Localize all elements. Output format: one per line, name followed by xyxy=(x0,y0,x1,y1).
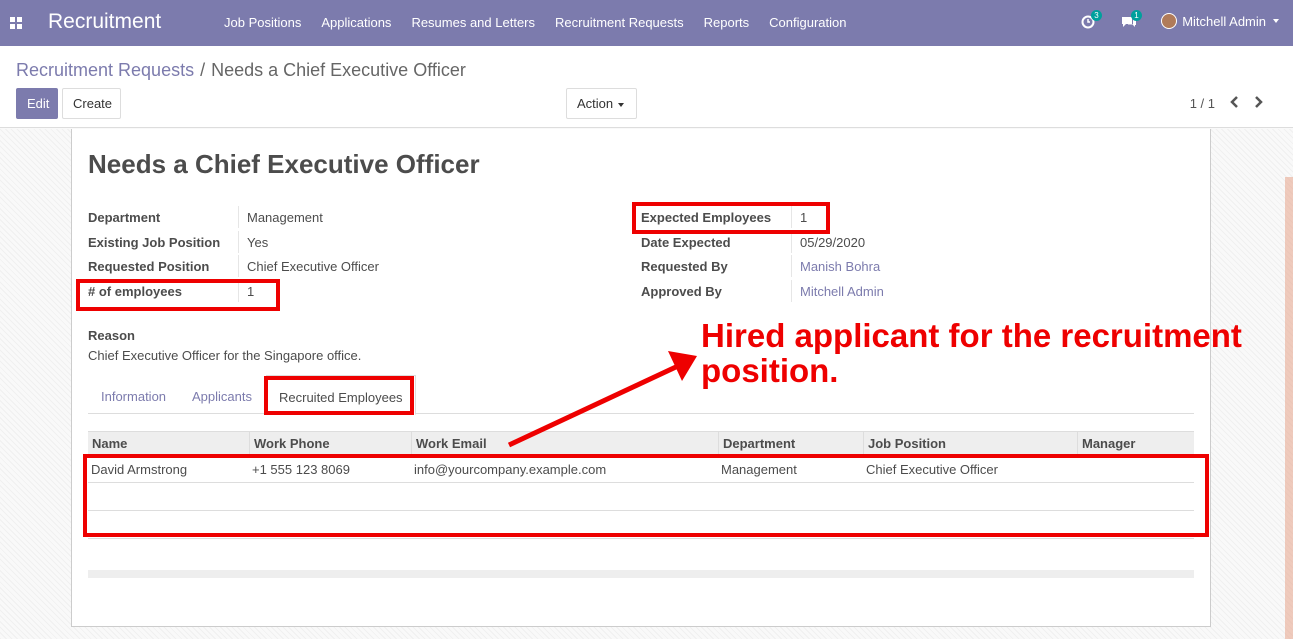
annotation-line-1: Hired applicant for the recruitment xyxy=(701,317,1242,354)
reason-label: Reason xyxy=(88,328,135,343)
menu-job-positions[interactable]: Job Positions xyxy=(224,15,301,30)
table-footer xyxy=(88,570,1194,578)
apps-menu-icon[interactable] xyxy=(10,17,22,29)
menu-resumes-and-letters[interactable]: Resumes and Letters xyxy=(411,15,535,30)
requested-by-link[interactable]: Manish Bohra xyxy=(791,255,880,277)
breadcrumb-current: Needs a Chief Executive Officer xyxy=(211,60,466,80)
approved-by-label: Approved By xyxy=(641,284,722,299)
column-name[interactable]: Name xyxy=(88,432,127,456)
edit-button[interactable]: Edit xyxy=(16,88,58,119)
avatar xyxy=(1161,13,1178,29)
breadcrumb-parent[interactable]: Recruitment Requests xyxy=(16,60,194,80)
action-label: Action xyxy=(577,96,614,111)
systray: 3 1 Mitchell Admin xyxy=(1081,10,1279,30)
messages-button[interactable]: 1 xyxy=(1121,10,1142,30)
create-button[interactable]: Create xyxy=(62,88,121,119)
user-menu[interactable]: Mitchell Admin xyxy=(1161,13,1279,29)
column-job-position[interactable]: Job Position xyxy=(863,432,946,456)
scrollbar[interactable] xyxy=(1285,177,1293,639)
column-work-email[interactable]: Work Email xyxy=(411,432,487,456)
date-expected-label: Date Expected xyxy=(641,235,731,250)
messages-badge: 1 xyxy=(1131,10,1142,21)
highlight-recruited-tab xyxy=(264,376,414,415)
chevron-left-icon[interactable] xyxy=(1228,95,1240,109)
column-department[interactable]: Department xyxy=(718,432,795,456)
user-name: Mitchell Admin xyxy=(1182,13,1266,29)
pager-arrows xyxy=(1228,95,1278,109)
activity-button[interactable]: 3 xyxy=(1081,10,1102,30)
department-label: Department xyxy=(88,210,161,225)
chevron-down-icon xyxy=(618,102,625,107)
top-navbar: Recruitment Job Positions Applications R… xyxy=(0,0,1293,46)
existing-job-position-label: Existing Job Position xyxy=(88,235,221,250)
tab-applicants[interactable]: Applicants xyxy=(192,389,252,404)
chevron-right-icon[interactable] xyxy=(1253,95,1265,109)
annotation-text: Hired applicant for the recruitment posi… xyxy=(701,318,1242,388)
column-manager[interactable]: Manager xyxy=(1077,432,1135,456)
existing-job-position-field: Yes xyxy=(238,231,268,253)
approved-by-link[interactable]: Mitchell Admin xyxy=(791,280,884,302)
department-field: Management xyxy=(238,206,323,228)
action-dropdown[interactable]: Action xyxy=(566,88,637,119)
pager-value[interactable]: 1 / 1 xyxy=(1190,96,1215,111)
tab-information[interactable]: Information xyxy=(101,389,166,404)
menu-applications[interactable]: Applications xyxy=(321,15,391,30)
breadcrumb: Recruitment Requests / Needs a Chief Execu… xyxy=(16,60,466,81)
chevron-down-icon xyxy=(1273,19,1279,23)
highlight-recruited-rows xyxy=(83,454,1209,537)
menu-configuration[interactable]: Configuration xyxy=(769,15,846,30)
record-title: Needs a Chief Executive Officer xyxy=(88,149,480,179)
date-expected-field: 05/29/2020 xyxy=(791,231,865,253)
requested-by-label: Requested By xyxy=(641,259,728,274)
requested-position-label: Requested Position xyxy=(88,259,210,274)
breadcrumb-separator: / xyxy=(200,60,206,80)
activity-badge: 3 xyxy=(1091,10,1102,21)
column-work-phone[interactable]: Work Phone xyxy=(249,432,330,456)
requested-position-field: Chief Executive Officer xyxy=(238,255,379,277)
control-panel: Recruitment Requests / Needs a Chief Execu… xyxy=(0,46,1293,128)
reason-text: Chief Executive Officer for the Singapor… xyxy=(88,348,362,363)
highlight-num-employees xyxy=(76,279,280,311)
main-menu: Job Positions Applications Resumes and L… xyxy=(214,15,857,30)
menu-recruitment-requests[interactable]: Recruitment Requests xyxy=(555,15,684,30)
app-title[interactable]: Recruitment xyxy=(48,10,161,34)
menu-reports[interactable]: Reports xyxy=(704,15,750,30)
highlight-expected-employees xyxy=(632,202,830,234)
table-header: Name Work Phone Work Email Department Jo… xyxy=(88,431,1194,456)
annotation-line-2: position. xyxy=(701,352,839,389)
